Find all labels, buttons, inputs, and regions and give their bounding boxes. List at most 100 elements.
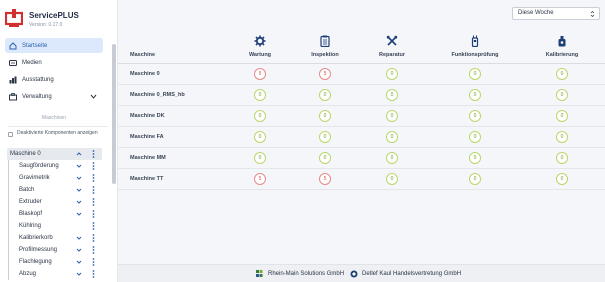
- tree-item-root[interactable]: Maschine 0: [7, 148, 102, 160]
- maintenance-grid: Maschine Wartung Inspektion Reparatur Fu…: [118, 28, 605, 190]
- count-badge[interactable]: 5: [319, 68, 331, 80]
- more-vertical-icon[interactable]: [92, 162, 95, 170]
- table-row[interactable]: Maschine 0_RMS_hb 0 0 0 0 0: [118, 85, 605, 106]
- chevron-down-icon[interactable]: [76, 235, 82, 241]
- footer-left-label: Rhein-Main Solutions GmbH: [268, 271, 345, 277]
- footer-partner-rhein-main[interactable]: Rhein-Main Solutions GmbH: [256, 270, 344, 278]
- count-badge[interactable]: 0: [319, 110, 331, 122]
- table-row[interactable]: Maschine DK 0 0 0 0 0: [118, 106, 605, 127]
- count-badge[interactable]: 0: [469, 68, 481, 80]
- tree-item[interactable]: Kalibrierkorb: [7, 232, 102, 244]
- more-vertical-icon[interactable]: [92, 270, 95, 278]
- deactivated-checkbox[interactable]: [8, 132, 13, 137]
- select-arrows-icon: [590, 10, 595, 18]
- tree-item[interactable]: Extruder: [7, 196, 102, 208]
- chevron-down-icon[interactable]: [76, 187, 82, 193]
- service-plus-logo-icon: [4, 8, 24, 28]
- period-select[interactable]: Diese Woche: [512, 7, 600, 20]
- count-badge[interactable]: 5: [319, 173, 331, 185]
- count-badge[interactable]: 0: [556, 110, 568, 122]
- tools-icon: [386, 35, 398, 47]
- clipboard-icon: [319, 35, 331, 48]
- nav-item-label: Startseite: [22, 42, 48, 49]
- count-badge[interactable]: 0: [556, 68, 568, 80]
- more-vertical-icon[interactable]: [92, 186, 95, 194]
- count-badge[interactable]: 0: [469, 89, 481, 101]
- nav-item-ausstattung[interactable]: Ausstattung: [5, 72, 103, 87]
- chevron-down-icon[interactable]: [76, 163, 82, 169]
- count-badge[interactable]: 5: [254, 173, 266, 185]
- tree-item[interactable]: Profilmessung: [7, 244, 102, 256]
- count-badge[interactable]: 0: [319, 131, 331, 143]
- nav-item-verwaltung[interactable]: Verwaltung: [5, 89, 103, 104]
- count-badge[interactable]: 0: [254, 152, 266, 164]
- more-vertical-icon[interactable]: [92, 246, 95, 254]
- app-version: Version: 0.17.0: [29, 22, 63, 28]
- chevron-down-icon[interactable]: [90, 93, 97, 100]
- chevron-down-icon[interactable]: [76, 211, 82, 217]
- chevron-down-icon[interactable]: [76, 271, 82, 277]
- tree-item[interactable]: Saugförderung: [7, 160, 102, 172]
- more-vertical-icon[interactable]: [92, 210, 95, 218]
- table-row[interactable]: Maschine TT 5 5 0 0 0: [118, 169, 605, 190]
- count-badge[interactable]: 0: [386, 89, 398, 101]
- tree-item-label: Extruder: [19, 199, 42, 205]
- more-vertical-icon[interactable]: [92, 258, 95, 266]
- count-badge[interactable]: 0: [386, 131, 398, 143]
- machine-name: Maschine FA: [130, 134, 164, 140]
- more-vertical-icon[interactable]: [92, 234, 95, 242]
- machine-column-header: Maschine: [130, 52, 156, 58]
- count-badge[interactable]: 0: [386, 152, 398, 164]
- nav-item-startseite[interactable]: Startseite: [5, 38, 103, 53]
- tree-item[interactable]: Abzug: [7, 268, 102, 280]
- count-badge[interactable]: 0: [319, 152, 331, 164]
- count-badge[interactable]: 0: [319, 89, 331, 101]
- count-badge[interactable]: 0: [254, 131, 266, 143]
- count-badge[interactable]: 0: [386, 110, 398, 122]
- gear-icon: [254, 35, 266, 47]
- chevron-down-icon[interactable]: [76, 199, 82, 205]
- chevron-down-icon[interactable]: [76, 175, 82, 181]
- chevron-down-icon[interactable]: [76, 247, 82, 253]
- nav-item-medien[interactable]: Medien: [5, 55, 103, 70]
- count-badge[interactable]: 0: [469, 152, 481, 164]
- table-row[interactable]: Maschine 0 5 5 0 0 0: [118, 64, 605, 85]
- tree-item-label: Maschine 0: [10, 151, 41, 157]
- count-badge[interactable]: 0: [469, 131, 481, 143]
- count-badge[interactable]: 0: [469, 110, 481, 122]
- tree-item[interactable]: Flachlegung: [7, 256, 102, 268]
- more-vertical-icon[interactable]: [92, 198, 95, 206]
- tree-item-label: Blaskopf: [19, 211, 43, 217]
- brand[interactable]: ServicePLUS Version: 0.17.0: [4, 8, 115, 32]
- sidebar-scrollbar[interactable]: [112, 44, 116, 184]
- main-content: Diese Woche Maschine Wartung Inspektion: [118, 0, 605, 274]
- tree-item[interactable]: Batch: [7, 184, 102, 196]
- count-badge[interactable]: 0: [556, 152, 568, 164]
- table-row[interactable]: Maschine FA 0 0 0 0 0: [118, 127, 605, 148]
- tree-item[interactable]: Gravimetrik: [7, 172, 102, 184]
- tree-item[interactable]: Kühlring: [7, 220, 102, 232]
- count-badge[interactable]: 0: [556, 173, 568, 185]
- machine-tree: Maschine 0 Saugförderung Gravimetrik Bat…: [7, 148, 102, 280]
- count-badge[interactable]: 0: [469, 173, 481, 185]
- count-badge[interactable]: 0: [556, 89, 568, 101]
- more-vertical-icon[interactable]: [92, 222, 95, 230]
- footer-partner-kaul[interactable]: Detlef Kaul Handelsvertretung GmbH: [350, 270, 461, 278]
- count-badge[interactable]: 0: [254, 110, 266, 122]
- table-row[interactable]: Maschine MM 0 0 0 0 0: [118, 148, 605, 169]
- chevron-up-icon[interactable]: [76, 151, 82, 157]
- tree-item-label: Gravimetrik: [19, 175, 50, 181]
- count-badge[interactable]: 0: [386, 68, 398, 80]
- more-vertical-icon[interactable]: [92, 174, 95, 182]
- more-vertical-icon[interactable]: [92, 150, 95, 158]
- tree-item[interactable]: Blaskopf: [7, 208, 102, 220]
- count-badge[interactable]: 0: [254, 89, 266, 101]
- count-badge[interactable]: 5: [254, 68, 266, 80]
- deactivated-toggle[interactable]: Deaktivierte Komponenten anzeigen: [8, 130, 108, 146]
- grid-body: Maschine 0 5 5 0 0 0 Maschine 0_RMS_hb 0 0 0 0 0 Mas…: [118, 64, 605, 190]
- chevron-down-icon[interactable]: [76, 259, 82, 265]
- count-badge[interactable]: 0: [556, 131, 568, 143]
- rhein-main-logo-icon: [256, 270, 265, 278]
- equipment-icon: [9, 76, 17, 84]
- count-badge[interactable]: 0: [386, 173, 398, 185]
